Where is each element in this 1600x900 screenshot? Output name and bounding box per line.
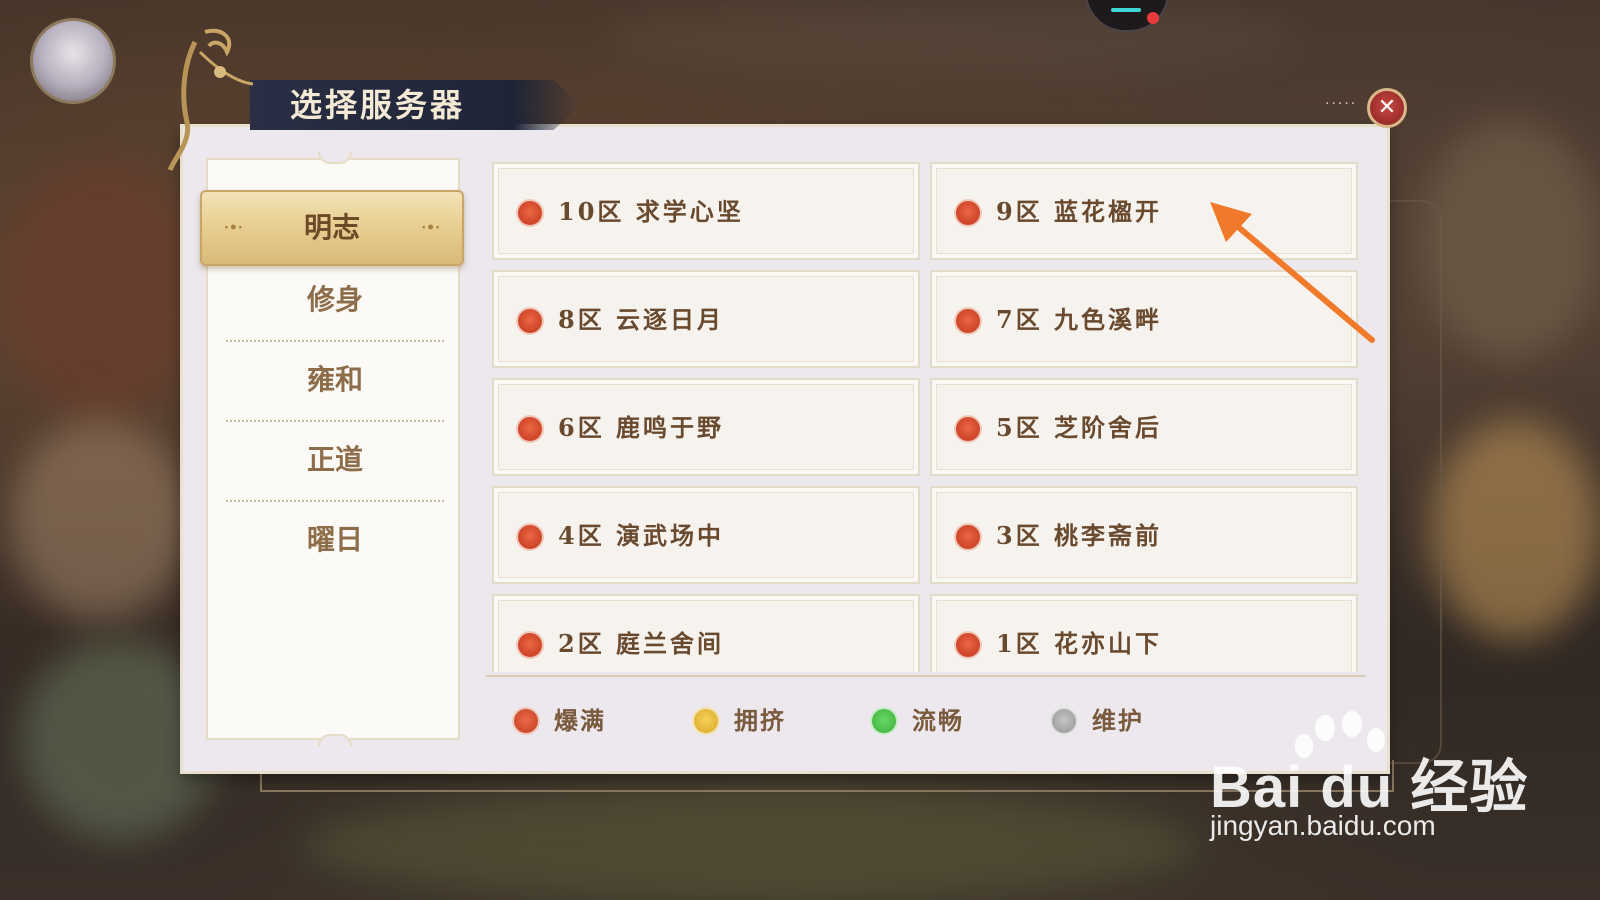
server-item[interactable]: 2区 庭兰舍间 xyxy=(492,594,920,672)
server-item[interactable]: 10区 求学心坚 xyxy=(492,162,920,260)
server-name: 8区 云逐日月 xyxy=(558,305,725,334)
legend-label: 拥挤 xyxy=(734,706,786,735)
server-name: 4区 演武场中 xyxy=(558,521,725,550)
legend-divider xyxy=(486,675,1366,677)
status-crowded-icon xyxy=(694,709,718,733)
tab-zhengdao[interactable]: 正道 xyxy=(226,420,444,502)
tab-ornament-right: ·•· xyxy=(421,220,440,236)
status-full-icon xyxy=(518,525,542,549)
orange-arrow-icon xyxy=(1210,202,1375,343)
tab-mingzhi[interactable]: ·•· 明志 ·•· xyxy=(200,190,464,266)
server-item[interactable]: 6区 鹿鸣于野 xyxy=(492,378,920,476)
legend-smooth: 流畅 xyxy=(872,706,992,736)
status-full-icon xyxy=(514,709,538,733)
legend-crowded: 拥挤 xyxy=(694,706,814,736)
server-name: 10区 求学心坚 xyxy=(558,197,744,226)
server-item[interactable]: 4区 演武场中 xyxy=(492,486,920,584)
tab-ornament-left: ·•· xyxy=(224,220,243,236)
server-name: 5区 芝阶舍后 xyxy=(996,413,1163,442)
legend-label: 维护 xyxy=(1092,706,1144,735)
tab-yonghe[interactable]: 雍和 xyxy=(226,340,444,422)
server-item[interactable]: 5区 芝阶舍后 xyxy=(930,378,1358,476)
server-item[interactable]: 3区 桃李斋前 xyxy=(930,486,1358,584)
server-item[interactable]: 8区 云逐日月 xyxy=(492,270,920,368)
legend-maintenance: 维护 xyxy=(1052,706,1172,736)
status-maintenance-icon xyxy=(1052,709,1076,733)
legend-full: 爆满 xyxy=(514,706,634,736)
decorative-frame xyxy=(1390,200,1442,764)
server-name: 1区 花亦山下 xyxy=(996,629,1163,658)
status-full-icon xyxy=(518,633,542,657)
player-avatar[interactable] xyxy=(30,18,116,104)
server-name: 9区 蓝花楹开 xyxy=(996,197,1163,226)
deer-emblem-icon xyxy=(167,28,254,172)
server-name: 7区 九色溪畔 xyxy=(996,305,1163,334)
status-full-icon xyxy=(956,309,980,333)
server-item[interactable]: 1区 花亦山下 xyxy=(930,594,1358,672)
watermark-url: jingyan.baidu.com xyxy=(1210,810,1436,841)
status-full-icon xyxy=(518,309,542,333)
server-name: 3区 桃李斋前 xyxy=(996,521,1163,550)
server-name: 2区 庭兰舍间 xyxy=(558,629,725,658)
status-full-icon xyxy=(956,201,980,225)
tab-yaori[interactable]: 曜日 xyxy=(226,500,444,580)
tab-mingzhi-label: 明志 xyxy=(303,211,360,244)
legend-label: 爆满 xyxy=(554,706,606,735)
legend-label: 流畅 xyxy=(912,706,964,735)
status-full-icon xyxy=(956,417,980,441)
close-icon[interactable]: ✕ xyxy=(1367,88,1407,128)
status-full-icon xyxy=(956,525,980,549)
baidu-watermark: Bai du 经验 jingyan.baidu.com xyxy=(1210,740,1528,841)
tab-xiushen[interactable]: 修身 xyxy=(226,260,444,342)
status-full-icon xyxy=(518,417,542,441)
dialog-title: 选择服务器 xyxy=(290,86,466,124)
close-dots-decoration: ····· xyxy=(1325,96,1358,112)
status-full-icon xyxy=(518,201,542,225)
status-smooth-icon xyxy=(872,709,896,733)
status-full-icon xyxy=(956,633,980,657)
server-name: 6区 鹿鸣于野 xyxy=(558,413,725,442)
